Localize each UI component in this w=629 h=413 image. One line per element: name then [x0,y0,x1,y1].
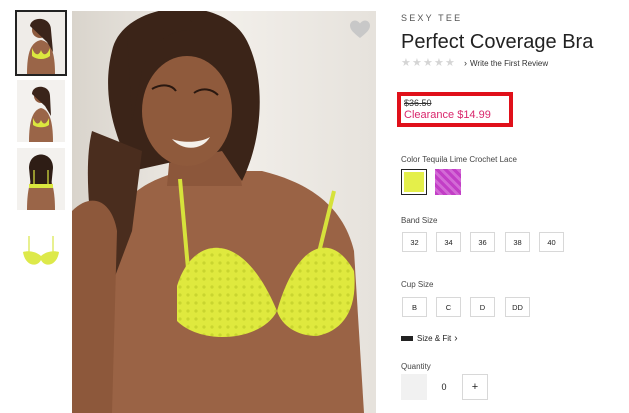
product-title: Perfect Coverage Bra [401,31,594,53]
chevron-right-icon: › [464,58,467,68]
write-review-link[interactable]: › Write the First Review [464,58,548,68]
star-icon: ★ [401,57,411,69]
rating-row: ★ ★ ★ ★ ★ › Write the First Review [401,57,548,69]
original-price: $36.50 [404,98,432,108]
thumbnail-3[interactable] [17,148,65,210]
band-size-40[interactable]: 40 [539,232,564,252]
main-product-image[interactable] [72,11,376,413]
thumbnail-4[interactable] [17,216,65,278]
band-size-32[interactable]: 32 [402,232,427,252]
star-icon: ★ [434,57,444,69]
chevron-right-icon: › [454,333,458,344]
swatch-tequila-lime[interactable] [401,169,427,195]
cup-size-c[interactable]: C [436,297,461,317]
star-icon: ★ [423,57,433,69]
star-icon: ★ [412,57,422,69]
write-review-label: Write the First Review [470,59,549,68]
cup-size-dd[interactable]: DD [505,297,530,317]
cup-size-b[interactable]: B [402,297,427,317]
quantity-value[interactable]: 0 [431,374,457,400]
thumbnail-1[interactable] [15,10,67,76]
size-fit-link[interactable]: Size & Fit › [401,333,458,344]
quantity-label: Quantity [401,362,431,371]
band-size-38[interactable]: 38 [505,232,530,252]
size-fit-label: Size & Fit [417,334,452,343]
thumbnail-2[interactable] [17,80,65,142]
star-icon: ★ [445,57,455,69]
cup-size-label: Cup Size [401,280,434,289]
quantity-increase-button[interactable]: + [462,374,488,400]
product-brand: SEXY TEE [401,13,463,23]
band-size-label: Band Size [401,216,438,225]
cup-size-d[interactable]: D [470,297,495,317]
ruler-icon [401,336,413,341]
wishlist-heart-icon[interactable] [349,19,371,41]
swatch-fill [435,169,461,195]
swatch-purple[interactable] [435,169,461,195]
price-highlight: $36.50 Clearance $14.99 [397,92,513,127]
color-label: Color Tequila Lime Crochet Lace [401,155,517,164]
clearance-price: Clearance $14.99 [404,109,491,121]
quantity-decrease-button[interactable] [401,374,427,400]
band-size-36[interactable]: 36 [470,232,495,252]
swatch-fill [404,172,424,192]
band-size-34[interactable]: 34 [436,232,461,252]
